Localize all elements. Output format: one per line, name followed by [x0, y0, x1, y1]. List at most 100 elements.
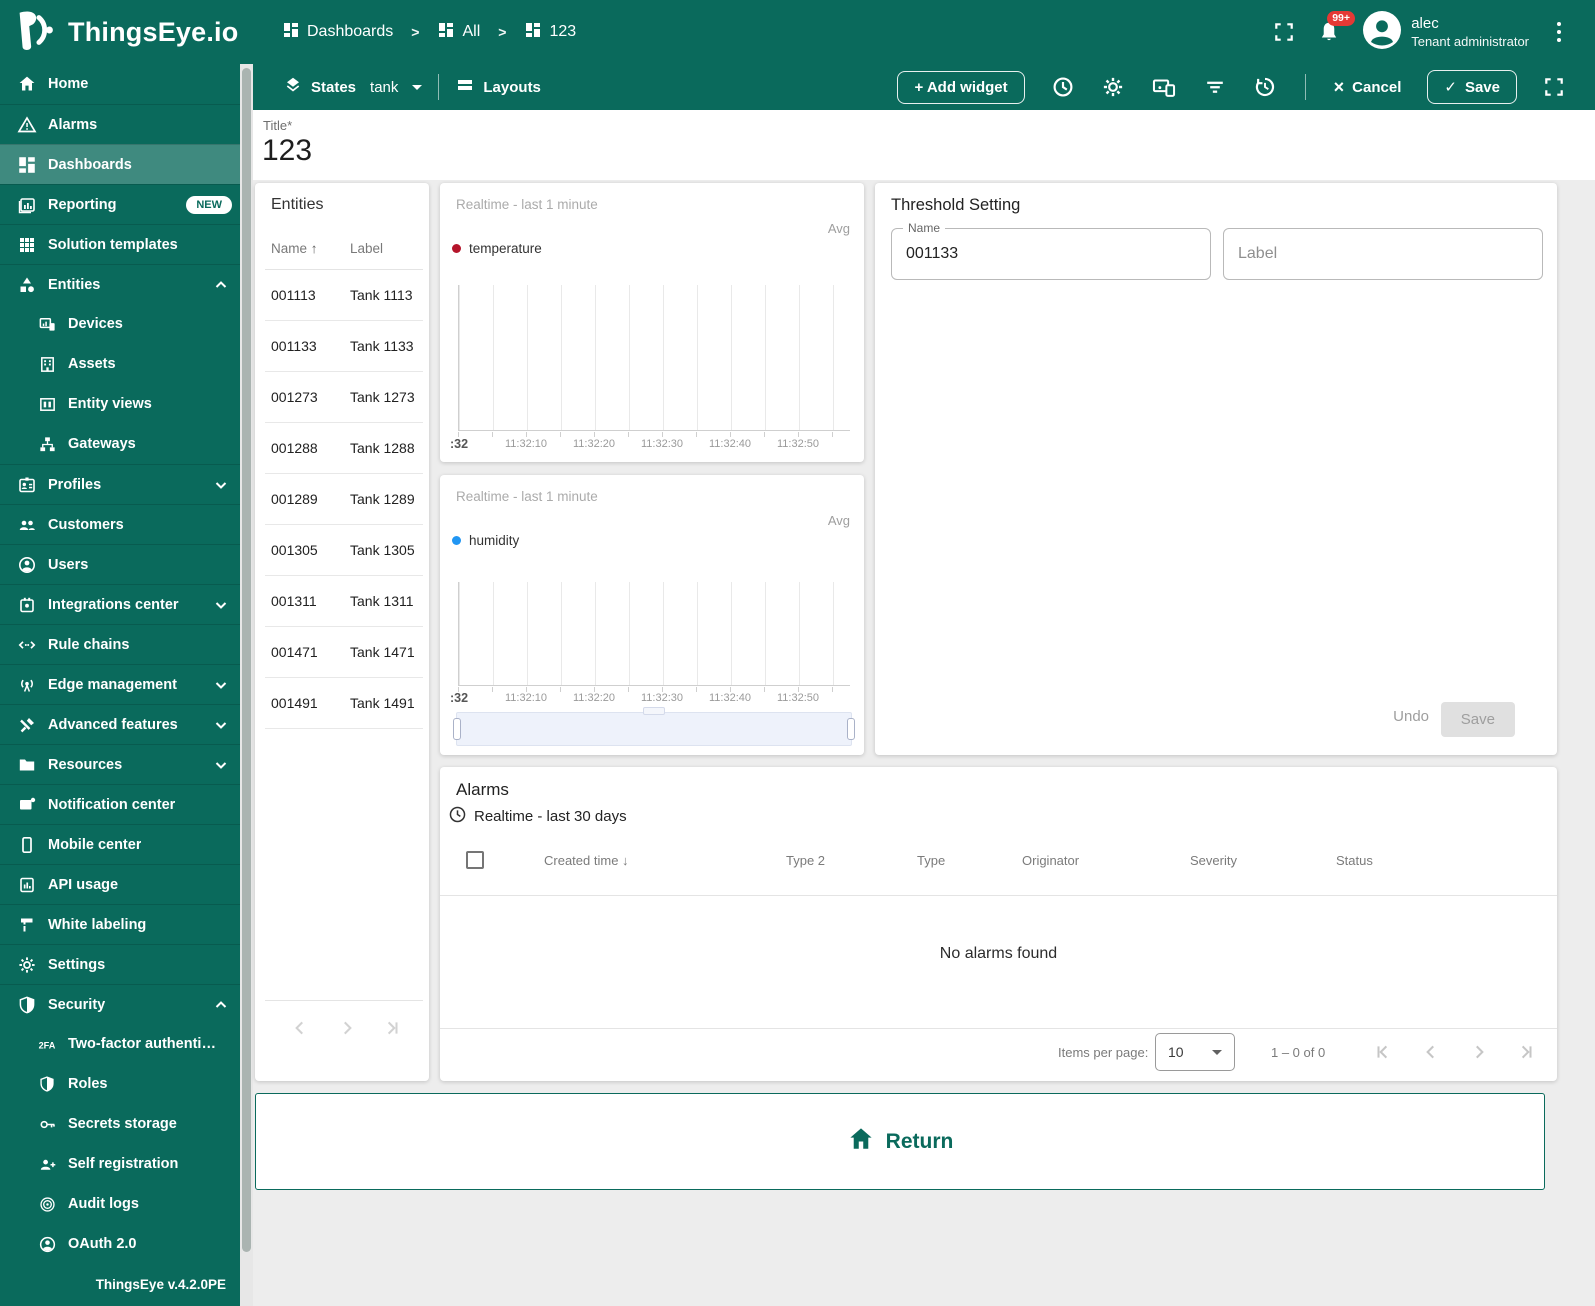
- sidebar-item-rule-chains[interactable]: Rule chains: [0, 624, 240, 664]
- sort-desc-arrow-icon: ↓: [622, 853, 629, 868]
- sidebar-item-alarms[interactable]: Alarms: [0, 104, 240, 144]
- version-history-icon[interactable]: [1253, 75, 1277, 99]
- sidebar-item-two-factor-auth[interactable]: 2FA Two-factor authenticati…: [0, 1024, 240, 1064]
- sidebar-item-roles[interactable]: Roles: [0, 1064, 240, 1104]
- sidebar-item-entities[interactable]: Entities: [0, 264, 240, 304]
- save-button[interactable]: ✓ Save: [1427, 70, 1517, 104]
- label-field[interactable]: [1223, 228, 1543, 280]
- column-status[interactable]: Status: [1336, 853, 1373, 868]
- sidebar-scrollbar[interactable]: [240, 64, 253, 1306]
- entity-row[interactable]: 001305 Tank 1305: [265, 525, 423, 576]
- column-type2[interactable]: Type 2: [786, 853, 825, 868]
- legend-temperature[interactable]: temperature: [452, 241, 542, 256]
- sidebar-item-notification-center[interactable]: Notification center: [0, 784, 240, 824]
- sidebar-item-edge-management[interactable]: Edge management: [0, 664, 240, 704]
- sidebar-item-resources[interactable]: Resources: [0, 744, 240, 784]
- previous-page-icon[interactable]: [1422, 1043, 1440, 1061]
- cancel-button[interactable]: × Cancel: [1334, 78, 1402, 96]
- entity-row[interactable]: 001288 Tank 1288: [265, 423, 423, 474]
- column-created-time[interactable]: Created time ↓: [544, 853, 629, 868]
- datazoom-grip[interactable]: [643, 707, 665, 715]
- aggregation-selector[interactable]: Avg: [828, 221, 850, 236]
- entity-row[interactable]: 001273 Tank 1273: [265, 372, 423, 423]
- user-menu[interactable]: alec Tenant administrator: [1363, 10, 1529, 54]
- aggregation-selector[interactable]: Avg: [828, 513, 850, 528]
- previous-page-icon[interactable]: [291, 1019, 309, 1037]
- sidebar-item-settings[interactable]: Settings: [0, 944, 240, 984]
- datazoom-handle-left[interactable]: [453, 718, 461, 740]
- brand-logo[interactable]: ThingsEye.io: [0, 5, 246, 60]
- sidebar-item-assets[interactable]: Assets: [0, 344, 240, 384]
- states-value-dropdown[interactable]: tank: [370, 79, 423, 96]
- column-type[interactable]: Type: [917, 853, 945, 868]
- datazoom-handle-right[interactable]: [847, 718, 855, 740]
- scrollbar-thumb[interactable]: [242, 68, 251, 1252]
- add-widget-button[interactable]: + Add widget: [897, 70, 1025, 104]
- sidebar-item-self-registration[interactable]: Self registration: [0, 1144, 240, 1184]
- entity-row[interactable]: 001311 Tank 1311: [265, 576, 423, 627]
- entity-row[interactable]: 001113 Tank 1113: [265, 270, 423, 321]
- sidebar-item-dashboards[interactable]: Dashboards: [0, 144, 240, 184]
- dashboard-grid-icon: [282, 21, 300, 44]
- name-field-label: Name: [903, 221, 946, 235]
- sidebar-item-customers[interactable]: Customers: [0, 504, 240, 544]
- sidebar-item-oauth[interactable]: OAuth 2.0: [0, 1224, 240, 1264]
- column-severity[interactable]: Severity: [1190, 853, 1237, 868]
- chart-plot-area[interactable]: [458, 582, 850, 686]
- entity-row[interactable]: 001133 Tank 1133: [265, 321, 423, 372]
- sidebar-item-api-usage[interactable]: API usage: [0, 864, 240, 904]
- sidebar-item-reporting[interactable]: Reporting NEW: [0, 184, 240, 224]
- expand-fullscreen-icon[interactable]: [1543, 76, 1565, 98]
- chart-plot-area[interactable]: [458, 285, 850, 431]
- entity-views-icon: [36, 393, 58, 415]
- sidebar-item-secrets-storage[interactable]: Secrets storage: [0, 1104, 240, 1144]
- filter-icon[interactable]: [1203, 75, 1227, 99]
- items-per-page-select[interactable]: 10: [1155, 1033, 1235, 1071]
- entity-row[interactable]: 001491 Tank 1491: [265, 678, 423, 729]
- breadcrumb-current[interactable]: 123: [524, 21, 576, 44]
- sidebar-item-advanced-features[interactable]: Advanced features: [0, 704, 240, 744]
- dashboard-settings-gear-icon[interactable]: [1101, 75, 1125, 99]
- sidebar-item-security[interactable]: Security: [0, 984, 240, 1024]
- column-header-name[interactable]: Name ↑: [271, 241, 318, 256]
- entity-row[interactable]: 001289 Tank 1289: [265, 474, 423, 525]
- manage-layouts-icon[interactable]: [1151, 75, 1177, 99]
- timewindow-clock-icon[interactable]: [1051, 75, 1075, 99]
- entity-row[interactable]: 001471 Tank 1471: [265, 627, 423, 678]
- undo-button[interactable]: Undo: [1387, 700, 1435, 733]
- name-field[interactable]: [891, 228, 1211, 280]
- column-originator[interactable]: Originator: [1022, 853, 1079, 868]
- first-page-icon[interactable]: [1374, 1043, 1392, 1061]
- breadcrumb-dashboards[interactable]: Dashboards: [282, 21, 393, 44]
- fullscreen-icon[interactable]: [1273, 21, 1295, 43]
- more-menu-icon[interactable]: [1551, 18, 1567, 46]
- alarms-timewindow-button[interactable]: Realtime - last 30 days: [448, 805, 627, 828]
- sidebar-item-mobile-center[interactable]: Mobile center: [0, 824, 240, 864]
- sidebar-item-integrations-center[interactable]: Integrations center: [0, 584, 240, 624]
- sidebar-item-home[interactable]: Home: [0, 64, 240, 104]
- return-button[interactable]: Return: [255, 1093, 1545, 1190]
- next-page-icon[interactable]: [1470, 1043, 1488, 1061]
- states-button[interactable]: States: [283, 75, 356, 99]
- sidebar-item-devices[interactable]: Devices: [0, 304, 240, 344]
- next-page-icon[interactable]: [338, 1019, 356, 1037]
- sidebar-item-solution-templates[interactable]: Solution templates: [0, 224, 240, 264]
- last-page-icon[interactable]: [383, 1019, 401, 1037]
- legend-humidity[interactable]: humidity: [452, 533, 519, 548]
- sidebar-item-gateways[interactable]: Gateways: [0, 424, 240, 464]
- sidebar-item-audit-logs[interactable]: Audit logs: [0, 1184, 240, 1224]
- layouts-button[interactable]: Layouts: [455, 75, 541, 99]
- breadcrumb-all[interactable]: All: [437, 21, 480, 44]
- datazoom-slider[interactable]: [453, 707, 855, 746]
- sidebar-item-white-labeling[interactable]: White labeling: [0, 904, 240, 944]
- notifications-bell-icon[interactable]: 99+: [1317, 11, 1356, 44]
- column-header-label[interactable]: Label: [350, 241, 383, 256]
- select-all-checkbox[interactable]: [466, 851, 484, 869]
- last-page-icon[interactable]: [1517, 1043, 1535, 1061]
- sidebar-item-profiles[interactable]: Profiles: [0, 464, 240, 504]
- threshold-save-button[interactable]: Save: [1440, 702, 1515, 737]
- sidebar-item-users[interactable]: Users: [0, 544, 240, 584]
- title-field-value[interactable]: 123: [262, 134, 312, 168]
- sidebar-item-entity-views[interactable]: Entity views: [0, 384, 240, 424]
- chevron-down-icon: [412, 84, 423, 90]
